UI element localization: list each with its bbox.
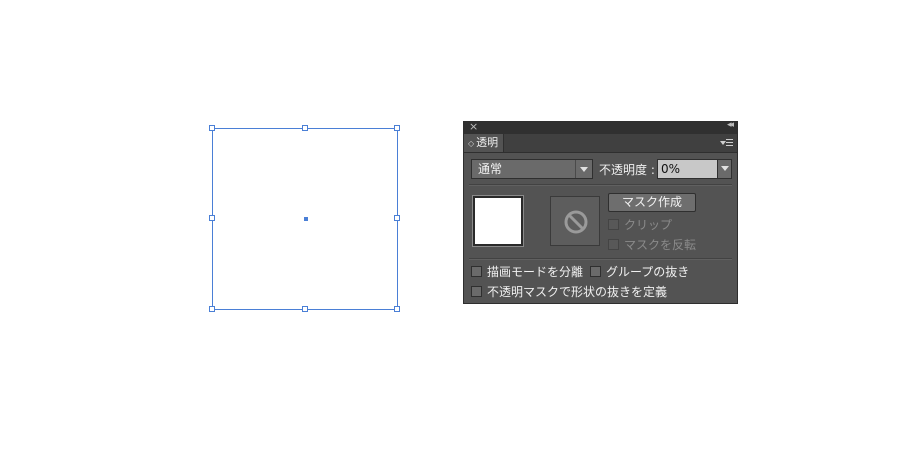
resize-handle-top-left[interactable] — [209, 125, 215, 131]
resize-handle-right[interactable] — [394, 215, 400, 221]
knockout-group-label: グループの抜き — [606, 265, 690, 279]
panel-tab-bar: ◇ 透明 — [464, 134, 737, 153]
make-mask-button[interactable]: マスク作成 — [608, 193, 696, 212]
tab-expand-icon: ◇ — [468, 139, 475, 148]
no-mask-icon — [564, 210, 588, 234]
clip-checkbox[interactable] — [608, 219, 619, 230]
clip-option[interactable]: クリップ — [608, 218, 672, 232]
collapse-icon[interactable]: ◂◂ — [727, 120, 734, 130]
resize-handle-bottom-left[interactable] — [209, 306, 215, 312]
resize-handle-bottom-right[interactable] — [394, 306, 400, 312]
selected-object-bounding-box[interactable] — [209, 125, 400, 312]
isolate-blending-option[interactable]: 描画モードを分離 — [471, 265, 583, 279]
panel-menu-icon[interactable] — [720, 137, 733, 149]
opacity-mask-knockout-label: 不透明マスクで形状の抜きを定義 — [487, 285, 668, 299]
blend-mode-value: 通常 — [478, 162, 503, 176]
divider — [469, 184, 732, 186]
resize-handle-top[interactable] — [302, 125, 308, 131]
chevron-down-icon[interactable] — [575, 160, 592, 178]
blend-mode-dropdown[interactable]: 通常 — [471, 159, 593, 179]
opacity-input[interactable] — [657, 159, 718, 179]
mask-thumbnail[interactable] — [550, 196, 600, 246]
opacity-mask-knockout-checkbox[interactable] — [471, 286, 482, 297]
close-icon[interactable]: × — [469, 120, 478, 133]
isolate-blending-label: 描画モードを分離 — [487, 265, 584, 279]
transparency-panel: × ◂◂ ◇透明 通常 不透明度 : マスク作成 クリップ マスクを反転 — [463, 120, 738, 304]
opacity-label: 不透明度 : — [599, 163, 655, 177]
panel-titlebar[interactable]: × ◂◂ — [464, 120, 737, 134]
invert-mask-option[interactable]: マスクを反転 — [608, 238, 696, 252]
resize-handle-bottom[interactable] — [302, 306, 308, 312]
tab-transparency[interactable]: ◇ 透明 — [464, 134, 504, 152]
artwork-thumbnail[interactable] — [472, 195, 524, 247]
chevron-down-icon — [721, 166, 729, 171]
opacity-dropdown-button[interactable] — [717, 159, 732, 179]
invert-mask-checkbox[interactable] — [608, 239, 619, 250]
tab-label: 透明 — [476, 136, 499, 149]
knockout-group-option[interactable]: グループの抜き — [590, 265, 689, 279]
isolate-blending-checkbox[interactable] — [471, 266, 482, 277]
invert-mask-label: マスクを反転 — [624, 238, 697, 252]
divider — [469, 258, 732, 260]
clip-label: クリップ — [624, 218, 673, 232]
center-point — [304, 217, 308, 221]
knockout-group-checkbox[interactable] — [590, 266, 601, 277]
resize-handle-top-right[interactable] — [394, 125, 400, 131]
opacity-mask-knockout-option[interactable]: 不透明マスクで形状の抜きを定義 — [471, 285, 667, 299]
resize-handle-left[interactable] — [209, 215, 215, 221]
